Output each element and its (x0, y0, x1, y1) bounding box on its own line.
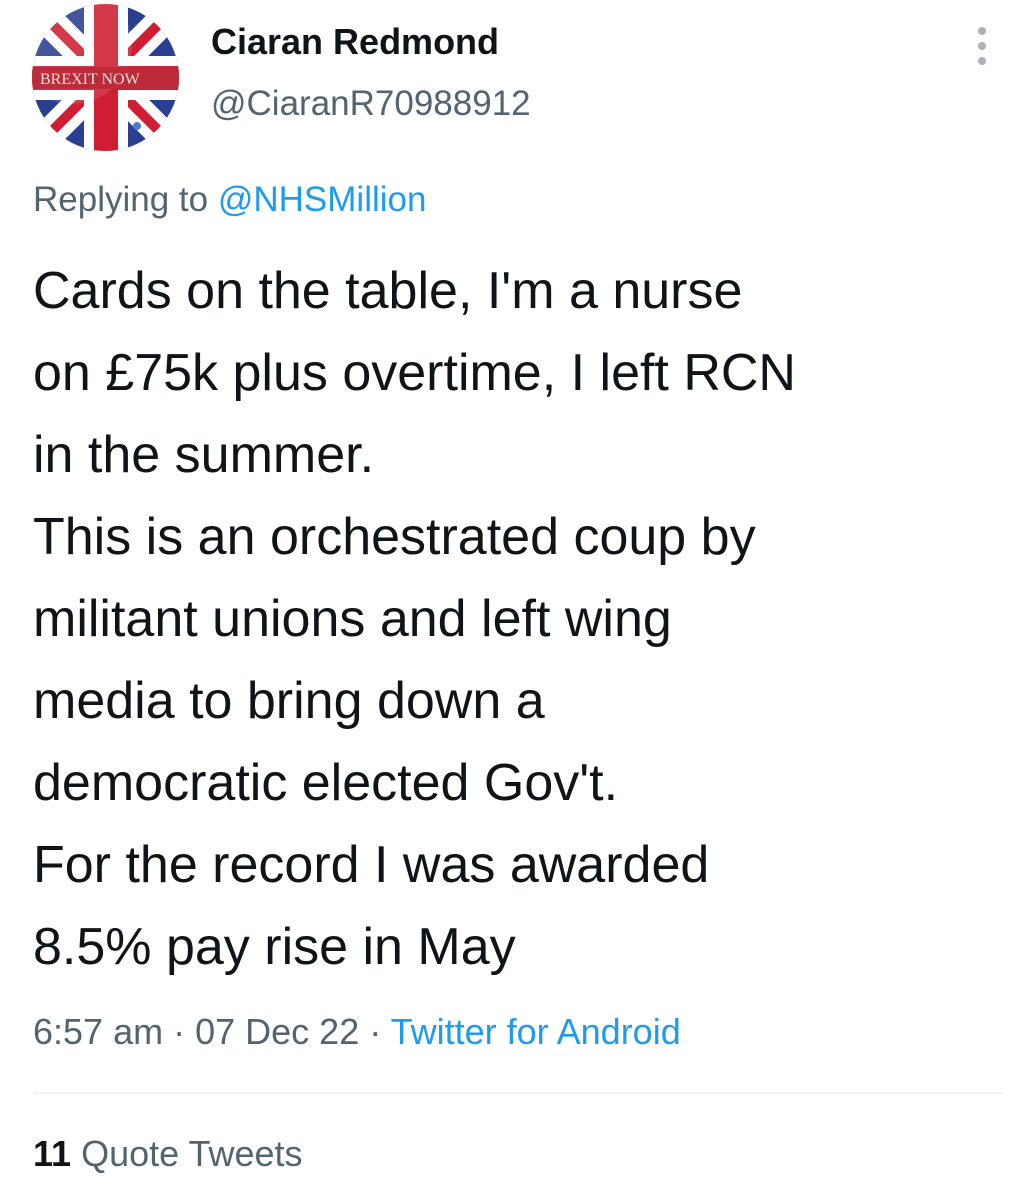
tweet-text-line: 8.5% pay rise in May (33, 918, 516, 976)
tweet: BREXIT NOW Ciaran Redmond @CiaranR709889… (0, 0, 1033, 1200)
meta-separator: · (173, 1011, 186, 1052)
tweet-text-line: For the record I was awarded (33, 836, 710, 894)
reply-handle-link[interactable]: @NHSMillion (218, 180, 427, 219)
tweet-text-line: media to bring down a (33, 672, 545, 730)
replying-to-label: Replying to (33, 180, 209, 219)
union-jack-flag-icon: BREXIT NOW (32, 4, 179, 151)
quote-count: 11 (33, 1133, 72, 1174)
quote-tweets-link[interactable]: 11 Quote Tweets (33, 1130, 303, 1178)
tweet-time[interactable]: 6:57 am (33, 1011, 163, 1052)
author-handle[interactable]: @CiaranR70988912 (211, 80, 531, 128)
tweet-text-line: on £75k plus overtime, I left RCN (33, 344, 796, 402)
tweet-text-line: This is an orchestrated coup by (33, 508, 756, 566)
tweet-text-line: militant unions and left wing (33, 590, 672, 648)
tweet-text-line: democratic elected Gov't. (33, 754, 619, 812)
author-name[interactable]: Ciaran Redmond (211, 18, 499, 66)
tweet-meta: 6:57 am · 07 Dec 22 · Twitter for Androi… (33, 1008, 681, 1056)
tweet-text: Cards on the table, I'm a nurse on £75k … (33, 250, 1013, 988)
avatar[interactable]: BREXIT NOW (32, 4, 179, 151)
meta-separator: · (369, 1011, 382, 1052)
divider (33, 1092, 1003, 1094)
tweet-source-link[interactable]: Twitter for Android (391, 1011, 681, 1052)
more-options-button[interactable] (958, 20, 1006, 72)
avatar-banner-text: BREXIT NOW (40, 71, 141, 88)
replying-to: Replying to @NHSMillion (33, 176, 426, 224)
quote-label: Quote Tweets (81, 1133, 303, 1174)
tweet-text-line: Cards on the table, I'm a nurse (33, 262, 743, 320)
tweet-date[interactable]: 07 Dec 22 (195, 1011, 359, 1052)
vertical-ellipsis-icon (978, 27, 986, 65)
tweet-text-line: in the summer. (33, 426, 375, 484)
